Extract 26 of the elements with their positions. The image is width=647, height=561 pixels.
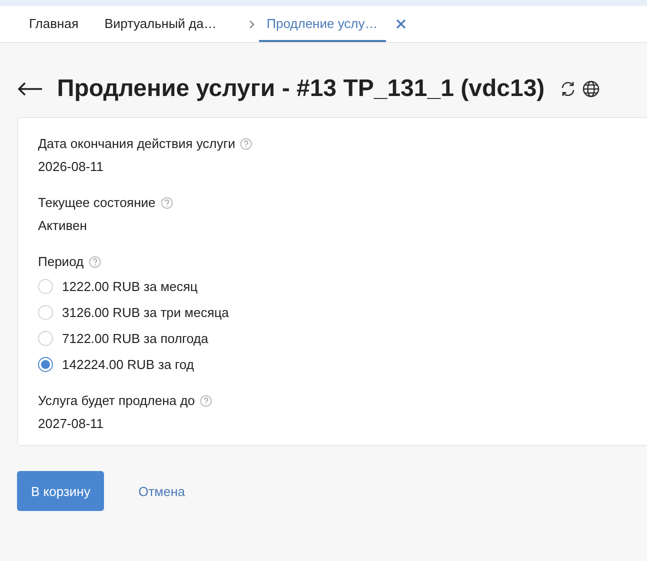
help-icon[interactable]: [240, 138, 252, 150]
help-icon[interactable]: [160, 196, 173, 208]
field-value: Активен: [38, 218, 88, 233]
field-label: Услуга будет продлена до: [38, 393, 195, 408]
field-value: 2026-08-11: [38, 159, 105, 174]
globe-icon[interactable]: [582, 80, 601, 98]
tab[interactable]: Главная: [21, 6, 86, 42]
field-label: Дата окончания действия услуги: [38, 136, 236, 151]
option-label[interactable]: 7122.00 RUB за полгода: [62, 331, 208, 346]
add-to-cart-button[interactable]: В корзину: [17, 471, 104, 511]
help-icon[interactable]: [88, 256, 101, 268]
option-label[interactable]: 3126.00 RUB за три месяца: [62, 305, 229, 320]
cancel-link[interactable]: Отмена: [138, 484, 185, 498]
help-icon[interactable]: [200, 394, 212, 406]
field-label: Период: [38, 254, 84, 269]
option-label[interactable]: 1222.00 RUB за месяц: [62, 279, 198, 294]
option-label[interactable]: 142224.00 RUB за год: [62, 357, 194, 372]
close-button[interactable]: [396, 19, 406, 29]
chevron-icon: [248, 20, 255, 28]
page-title: Продление услуги - #13 TP_131_1 (vdc13): [57, 75, 545, 103]
field-value: 2027-08-11: [38, 416, 105, 431]
radio-button[interactable]: [38, 357, 53, 372]
tab[interactable]: Продление услу…: [258, 6, 386, 42]
field-label: Текущее состояние: [38, 195, 156, 210]
back-button[interactable]: [17, 82, 43, 96]
tab[interactable]: Виртуальный да…: [96, 6, 225, 42]
